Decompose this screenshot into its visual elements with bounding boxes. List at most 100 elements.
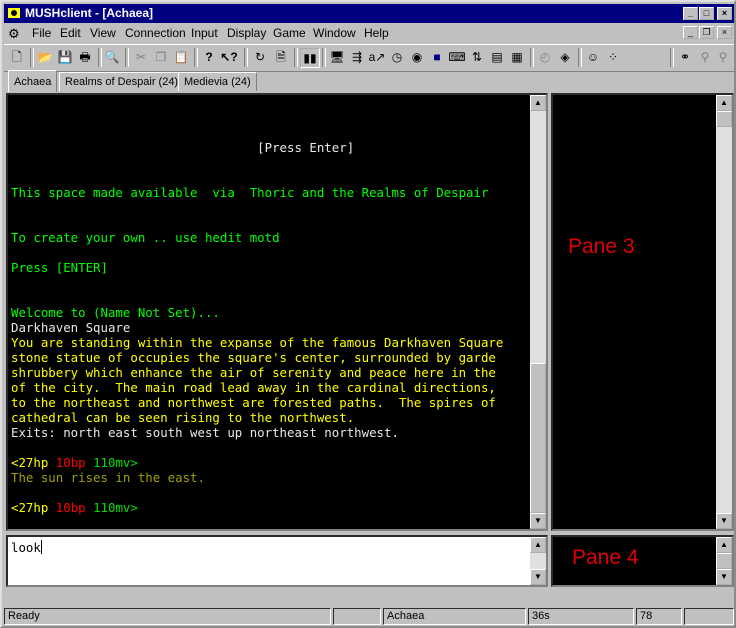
toolbar-separator (530, 48, 534, 67)
pane-4[interactable]: Pane 4 ▲ ▼ (551, 535, 734, 587)
tab-medievia[interactable]: Medievia (24) (178, 72, 257, 91)
scroll-up-button[interactable]: ▲ (530, 95, 546, 111)
mdi-minimize-button[interactable]: _ (683, 26, 698, 39)
cut-icon[interactable]: ✂ (132, 48, 150, 66)
tab-realms-of-despair[interactable]: Realms of Despair (24) (59, 72, 185, 91)
status-blank (333, 608, 381, 625)
person-icon[interactable]: ☺ (584, 48, 602, 66)
log-icon[interactable]: ▤ (488, 48, 506, 66)
close-button[interactable]: × (717, 7, 732, 20)
scroll-down-button[interactable]: ▼ (530, 569, 546, 585)
prompt-line: <27hp 10bp 110mv> (11, 455, 531, 470)
output-line: stone statue of occupies the square's ce… (11, 350, 496, 365)
mushclient-app-icon[interactable] (7, 6, 21, 20)
scroll-up-button[interactable]: ▲ (716, 95, 732, 111)
app-window: MUSHclient - [Achaea] _ □ × ⚙ File Edit … (0, 0, 736, 628)
world-properties-icon[interactable]: 🖥 (328, 48, 346, 66)
output-line: to the northeast and northwest are fores… (11, 395, 496, 410)
find-again-icon[interactable]: ⚲ (696, 48, 714, 66)
scroll-down-button[interactable]: ▼ (716, 569, 732, 585)
pane-4-scrollbar[interactable]: ▲ ▼ (716, 537, 732, 585)
sort-icon[interactable]: ⇅ (468, 48, 486, 66)
scroll-down-button[interactable]: ▼ (530, 513, 546, 529)
command-input[interactable]: look ▲ ▼ (6, 535, 548, 587)
footprints-icon[interactable]: ⁘ (604, 48, 622, 66)
prompt-hp: <27hp (11, 455, 49, 470)
scroll-thumb[interactable] (716, 111, 732, 127)
maximize-button[interactable]: □ (699, 7, 714, 20)
paste-icon[interactable]: 📋 (172, 48, 190, 66)
toolbar-separator (194, 48, 198, 67)
pane-4-label: Pane 4 (572, 546, 639, 569)
output-line: Welcome to (Name Not Set)... (11, 305, 220, 320)
copy-icon[interactable]: ❐ (152, 48, 170, 66)
menu-display[interactable]: Display (227, 24, 266, 43)
notepad-icon[interactable]: 🗎 (272, 48, 290, 66)
menu-connection[interactable]: Connection (125, 24, 186, 43)
input-scrollbar[interactable]: ▲ ▼ (530, 537, 546, 585)
menu-help[interactable]: Help (364, 24, 389, 43)
menu-input[interactable]: Input (191, 24, 218, 43)
pane-3[interactable]: Pane 3 ▲ ▼ (551, 93, 734, 531)
menu-view[interactable]: View (90, 24, 116, 43)
output-pane[interactable]: [Press Enter] This space made available v… (6, 93, 548, 531)
stack-icon[interactable]: ◈ (556, 48, 574, 66)
status-bar: Ready Achaea 36s 78 (4, 607, 734, 626)
mdi-restore-button[interactable]: ❐ (699, 26, 714, 39)
menu-file[interactable]: File (32, 24, 51, 43)
menu-edit[interactable]: Edit (60, 24, 81, 43)
new-document-icon[interactable]: 🗋 (8, 48, 26, 66)
toolbar-separator (670, 48, 674, 67)
save-icon[interactable]: 💾 (56, 48, 74, 66)
output-line: [Press Enter] (11, 140, 355, 155)
output-line: cathedral can be seen rising to the nort… (11, 410, 355, 425)
scroll-up-button[interactable]: ▲ (716, 537, 732, 553)
pane-3-scrollbar[interactable]: ▲ ▼ (716, 95, 732, 529)
prompt-hp: <27hp (11, 500, 49, 515)
menu-window[interactable]: Window (313, 24, 356, 43)
replace-icon[interactable]: ⚲ (714, 48, 732, 66)
keypad-icon[interactable]: ⌨ (448, 48, 466, 66)
scroll-thumb[interactable] (530, 363, 546, 513)
list-icon[interactable]: ▦ (508, 48, 526, 66)
scroll-up-button[interactable]: ▲ (530, 537, 546, 553)
toolbar-separator (125, 48, 129, 67)
output-scrollbar[interactable]: ▲ ▼ (530, 95, 546, 529)
open-folder-icon[interactable]: 📂 (36, 48, 54, 66)
mdi-close-button[interactable]: × (717, 26, 732, 39)
toolbar-separator (578, 48, 582, 67)
help-icon[interactable]: ? (200, 48, 218, 66)
output-line: This space made available via Thoric and… (11, 185, 489, 200)
status-blank (684, 608, 734, 625)
clock-icon[interactable]: ◴ (536, 48, 554, 66)
macros-icon[interactable]: ◉ (408, 48, 426, 66)
menu-game[interactable]: Game (273, 24, 306, 43)
triggers-icon[interactable]: ⇶ (348, 48, 366, 66)
output-line: To create your own .. use hedit motd (11, 230, 280, 245)
print-preview-icon[interactable]: 🔍 (103, 48, 121, 66)
scroll-down-button[interactable]: ▼ (716, 513, 732, 529)
pause-output-icon[interactable]: ▮▮ (300, 48, 320, 68)
aliases-icon[interactable]: a↗ (368, 48, 386, 66)
minimize-button[interactable]: _ (683, 7, 698, 20)
find-binoculars-icon[interactable]: ⚭ (676, 48, 694, 66)
toolbar-separator (244, 48, 248, 67)
world-window: [Press Enter] This space made available v… (6, 93, 734, 590)
command-input-text[interactable]: look (11, 540, 42, 555)
colours-icon[interactable]: ■ (428, 48, 446, 66)
context-help-icon[interactable]: ↖? (220, 48, 238, 66)
tab-achaea[interactable]: Achaea (8, 70, 58, 92)
prompt-bp: 10bp (55, 455, 86, 470)
print-icon[interactable]: 🖶 (76, 48, 94, 66)
document-icon[interactable]: ⚙ (8, 24, 20, 43)
scroll-thumb[interactable] (716, 553, 732, 569)
timers-icon[interactable]: ◷ (388, 48, 406, 66)
output-line: Exits: north east south west up northeas… (11, 425, 399, 440)
reconnect-icon[interactable]: ↻ (251, 48, 269, 66)
status-message: Ready (4, 608, 331, 625)
